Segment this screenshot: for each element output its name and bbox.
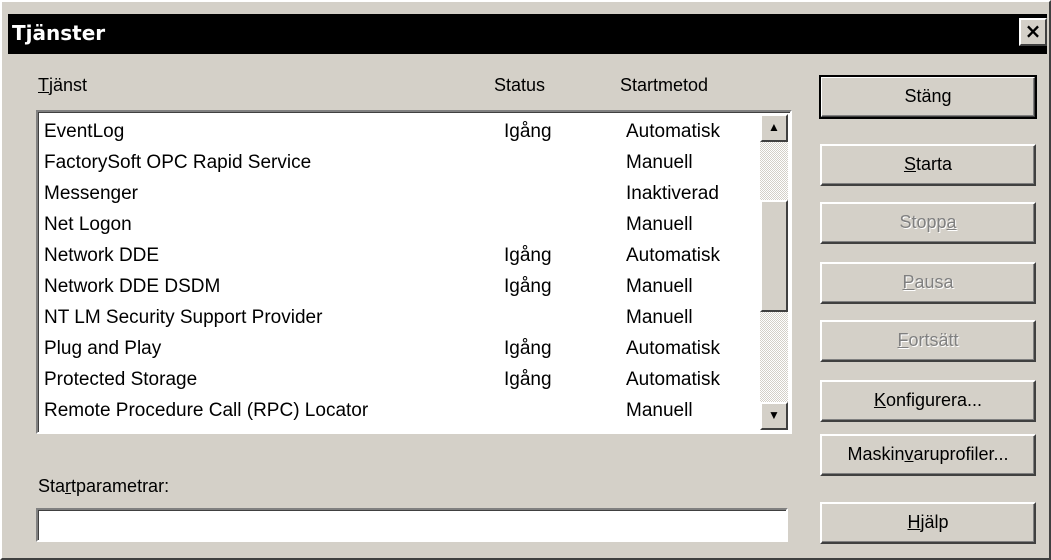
list-item[interactable]: NT LM Security Support Provider Manuell	[44, 302, 754, 333]
service-name: Network DDE DSDM	[44, 276, 221, 297]
scroll-up-icon[interactable]: ▲	[760, 114, 788, 142]
service-status: Igång	[504, 121, 552, 142]
stop-button[interactable]: Stoppa	[820, 202, 1036, 244]
service-name: NT LM Security Support Provider	[44, 307, 323, 328]
service-status: Igång	[504, 245, 552, 266]
list-item[interactable]: Protected Storage Igång Automatisk	[44, 364, 754, 395]
service-name: Net Logon	[44, 214, 132, 235]
close-icon[interactable]: ×	[1019, 18, 1047, 46]
column-header-startup: Startmetod	[620, 75, 709, 95]
service-startup: Manuell	[626, 152, 693, 173]
scroll-down-icon[interactable]: ▼	[760, 402, 788, 430]
service-startup: Automatisk	[626, 369, 720, 390]
list-item[interactable]: FactorySoft OPC Rapid Service Manuell	[44, 147, 754, 178]
list-item[interactable]: EventLog Igång Automatisk	[44, 116, 754, 147]
services-dialog: Tjänster × Tjänst Status Startmetod Even…	[0, 0, 1051, 560]
service-name: Protected Storage	[44, 369, 198, 390]
hardware-profiles-button[interactable]: Maskinvaruprofiler...	[820, 434, 1036, 476]
list-item[interactable]: Net Logon Manuell	[44, 209, 754, 240]
vertical-scrollbar[interactable]: ▲ ▼	[760, 114, 788, 430]
configure-button[interactable]: Konfigurera...	[820, 380, 1036, 422]
service-startup: Manuell	[626, 214, 693, 235]
service-startup: Automatisk	[626, 245, 720, 266]
services-list[interactable]: EventLog Igång Automatisk FactorySoft OPC R…	[36, 110, 792, 434]
help-button[interactable]: Hjälp	[820, 502, 1036, 544]
service-startup: Inaktiverad	[626, 183, 719, 204]
pause-button[interactable]: Pausa	[820, 262, 1036, 304]
column-header-status: Status	[494, 75, 546, 95]
start-parameters-label: Startparametrar:	[38, 476, 170, 496]
list-item[interactable]: Plug and Play Igång Automatisk	[44, 333, 754, 364]
service-startup: Manuell	[626, 400, 693, 421]
service-startup: Manuell	[626, 276, 693, 297]
service-status: Igång	[504, 369, 552, 390]
scrollbar-thumb[interactable]	[760, 200, 788, 312]
service-startup: Manuell	[626, 307, 693, 328]
service-status: Igång	[504, 338, 552, 359]
title-bar: Tjänster ×	[8, 14, 1047, 54]
service-name: Plug and Play	[44, 338, 162, 359]
service-name: Network DDE	[44, 245, 160, 266]
service-name: EventLog	[44, 121, 125, 142]
list-item[interactable]: Messenger Inaktiverad	[44, 178, 754, 209]
service-name: Remote Procedure Call (RPC) Locator	[44, 400, 369, 421]
start-parameters-input[interactable]	[36, 508, 788, 542]
resume-button[interactable]: Fortsätt	[820, 320, 1036, 362]
service-name: FactorySoft OPC Rapid Service	[44, 152, 312, 173]
close-button[interactable]: Stäng	[819, 75, 1037, 119]
window-title: Tjänster	[12, 21, 106, 45]
list-item[interactable]: Network DDE Igång Automatisk	[44, 240, 754, 271]
service-name: Messenger	[44, 183, 138, 204]
service-status: Igång	[504, 276, 552, 297]
list-item[interactable]: Network DDE DSDM Igång Manuell	[44, 271, 754, 302]
column-header-service: Tjänst	[38, 75, 88, 95]
service-startup: Automatisk	[626, 121, 720, 142]
service-startup: Automatisk	[626, 338, 720, 359]
list-item[interactable]: Remote Procedure Call (RPC) Locator Manue…	[44, 395, 754, 426]
start-button[interactable]: Starta	[820, 144, 1036, 186]
